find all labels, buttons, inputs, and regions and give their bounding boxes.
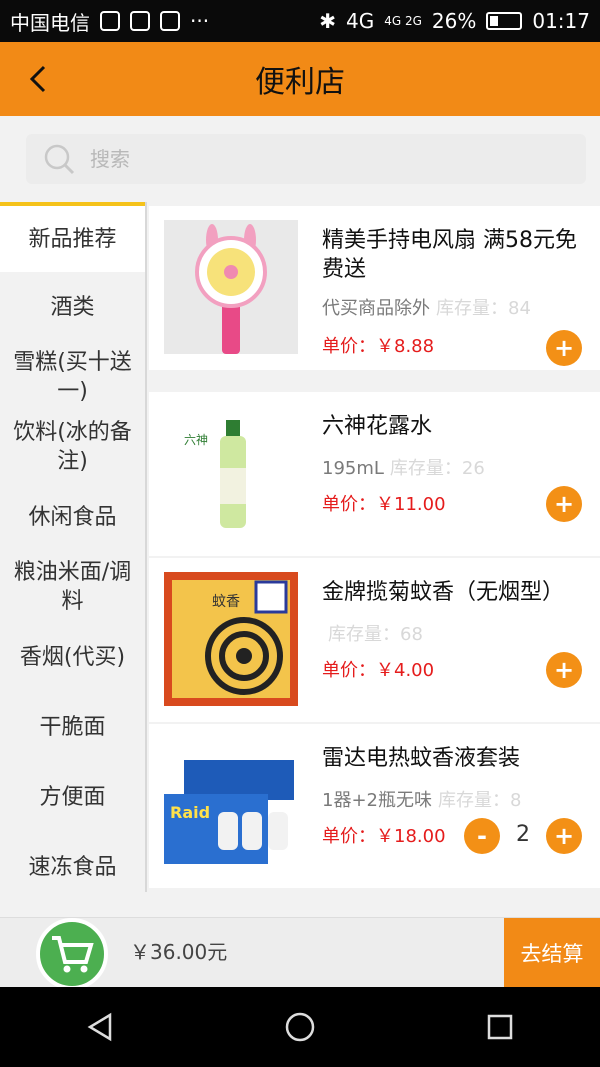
bluetooth-icon: ✱ bbox=[319, 9, 336, 33]
box-label-text: 蚊香 bbox=[212, 594, 240, 610]
remove-from-cart-button[interactable]: - bbox=[464, 818, 500, 854]
product-spec: 代买商品除外 库存量：84 bbox=[322, 294, 531, 320]
product-name: 雷达电热蚊香液套装 bbox=[322, 746, 521, 771]
search-icon bbox=[44, 144, 75, 175]
checkout-button[interactable]: 去结算 bbox=[504, 918, 600, 988]
search-box[interactable] bbox=[26, 134, 586, 184]
category-item-new[interactable]: 新品推荐 bbox=[0, 202, 145, 272]
back-triangle-icon[interactable] bbox=[84, 1011, 116, 1043]
product-stock: 库存量：26 bbox=[389, 458, 485, 479]
product-name: 金牌揽菊蚊香（无烟型） bbox=[322, 580, 565, 605]
home-circle-icon[interactable] bbox=[284, 1011, 316, 1043]
product-stock: 库存量：8 bbox=[438, 790, 522, 811]
add-to-cart-button[interactable]: + bbox=[546, 486, 582, 522]
search-area bbox=[0, 116, 600, 202]
product-stock: 库存量：68 bbox=[328, 624, 423, 645]
category-item-crispy-noodles[interactable]: 干脆面 bbox=[0, 692, 145, 762]
product-item[interactable]: 六神 六神花露水 195mL 库存量：26 单价：￥11.00 + bbox=[149, 392, 600, 556]
notification-icon bbox=[100, 11, 120, 31]
product-image-floral-water[interactable]: 六神 bbox=[164, 406, 298, 540]
raid-set-image: Raid bbox=[164, 738, 298, 872]
add-to-cart-button[interactable]: + bbox=[546, 330, 582, 366]
product-price: 单价：￥11.00 bbox=[322, 494, 446, 515]
product-item[interactable]: 蚊香 金牌揽菊蚊香（无烟型） 库存量：68 单价：￥4.00 + bbox=[149, 558, 600, 722]
product-spec-text: 1器+2瓶无味 bbox=[322, 790, 432, 811]
carrier-label: 中国电信 bbox=[10, 10, 90, 35]
add-to-cart-button[interactable]: + bbox=[546, 652, 582, 688]
network-type-secondary: 4G 2G bbox=[384, 14, 422, 28]
product-spec: 195mL 库存量：26 bbox=[322, 454, 485, 480]
category-item-instant-noodles[interactable]: 方便面 bbox=[0, 762, 145, 832]
coil-box-image: 蚊香 bbox=[164, 572, 298, 706]
product-list: 精美手持电风扇 满58元免费送 代买商品除外 库存量：84 单价：￥8.88 + … bbox=[149, 202, 600, 917]
cart-button[interactable] bbox=[36, 918, 108, 990]
product-price: 单价：￥8.88 bbox=[322, 336, 435, 357]
chevron-left-icon bbox=[29, 65, 46, 93]
category-item-grain-oil[interactable]: 粮油米面/调料 bbox=[0, 552, 145, 622]
category-item-icecream[interactable]: 雪糕(买十送一) bbox=[0, 342, 145, 412]
product-item[interactable]: 精美手持电风扇 满58元免费送 代买商品除外 库存量：84 单价：￥8.88 + bbox=[149, 206, 600, 370]
more-notifications-icon: ··· bbox=[190, 9, 210, 33]
battery-percent: 26% bbox=[431, 9, 477, 33]
cart-bar: ￥36.00元 去结算 bbox=[0, 917, 600, 990]
status-bar: 中国电信 ··· ✱ 4G 4G 2G 26% 01:17 bbox=[0, 0, 600, 42]
raid-logo-text: Raid bbox=[170, 803, 210, 822]
product-name: 六神花露水 bbox=[322, 414, 433, 439]
product-name: 精美手持电风扇 满58元免费送 bbox=[322, 228, 577, 282]
product-price: 单价：￥18.00 bbox=[322, 826, 446, 847]
product-price: 单价：￥4.00 bbox=[322, 660, 435, 681]
product-image-fan[interactable] bbox=[164, 220, 298, 354]
add-to-cart-button[interactable]: + bbox=[546, 818, 582, 854]
category-item-cigarettes[interactable]: 香烟(代买) bbox=[0, 622, 145, 692]
product-spec: 库存量：68 bbox=[322, 620, 423, 646]
category-item-snacks[interactable]: 休闲食品 bbox=[0, 482, 145, 552]
product-spec: 1器+2瓶无味 库存量：8 bbox=[322, 786, 521, 812]
clock: 01:17 bbox=[532, 9, 590, 33]
app-header: 便利店 bbox=[0, 42, 600, 116]
category-item-frozen[interactable]: 速冻食品 bbox=[0, 832, 145, 902]
product-spec-text: 代买商品除外 bbox=[322, 298, 430, 319]
image-icon bbox=[160, 11, 180, 31]
quantity-value: 2 bbox=[516, 822, 530, 847]
message-icon bbox=[130, 11, 150, 31]
category-item-liquor[interactable]: 酒类 bbox=[0, 272, 145, 342]
back-button[interactable] bbox=[18, 56, 58, 102]
system-nav-bar bbox=[0, 987, 600, 1067]
cart-icon bbox=[52, 936, 94, 973]
product-item[interactable]: Raid 雷达电热蚊香液套装 1器+2瓶无味 库存量：8 单价：￥18.00 - … bbox=[149, 724, 600, 888]
product-image-mosquito-coil[interactable]: 蚊香 bbox=[164, 572, 298, 706]
product-stock: 库存量：84 bbox=[436, 298, 531, 319]
category-sidebar: 新品推荐 酒类 雪糕(买十送一) 饮料(冰的备注) 休闲食品 粮油米面/调料 香… bbox=[0, 202, 147, 892]
battery-icon bbox=[486, 12, 523, 30]
product-image-raid[interactable]: Raid bbox=[164, 738, 298, 872]
brand-logo-text: 六神 bbox=[184, 433, 208, 447]
search-input[interactable] bbox=[90, 147, 510, 171]
bottle-image: 六神 bbox=[164, 406, 298, 540]
cart-total: ￥36.00元 bbox=[130, 940, 228, 964]
page-title: 便利店 bbox=[255, 65, 345, 100]
category-item-drinks[interactable]: 饮料(冰的备注) bbox=[0, 412, 145, 482]
network-type: 4G bbox=[345, 9, 375, 33]
recents-square-icon[interactable] bbox=[484, 1011, 516, 1043]
fan-image bbox=[164, 220, 298, 354]
product-spec-text: 195mL bbox=[322, 458, 384, 479]
